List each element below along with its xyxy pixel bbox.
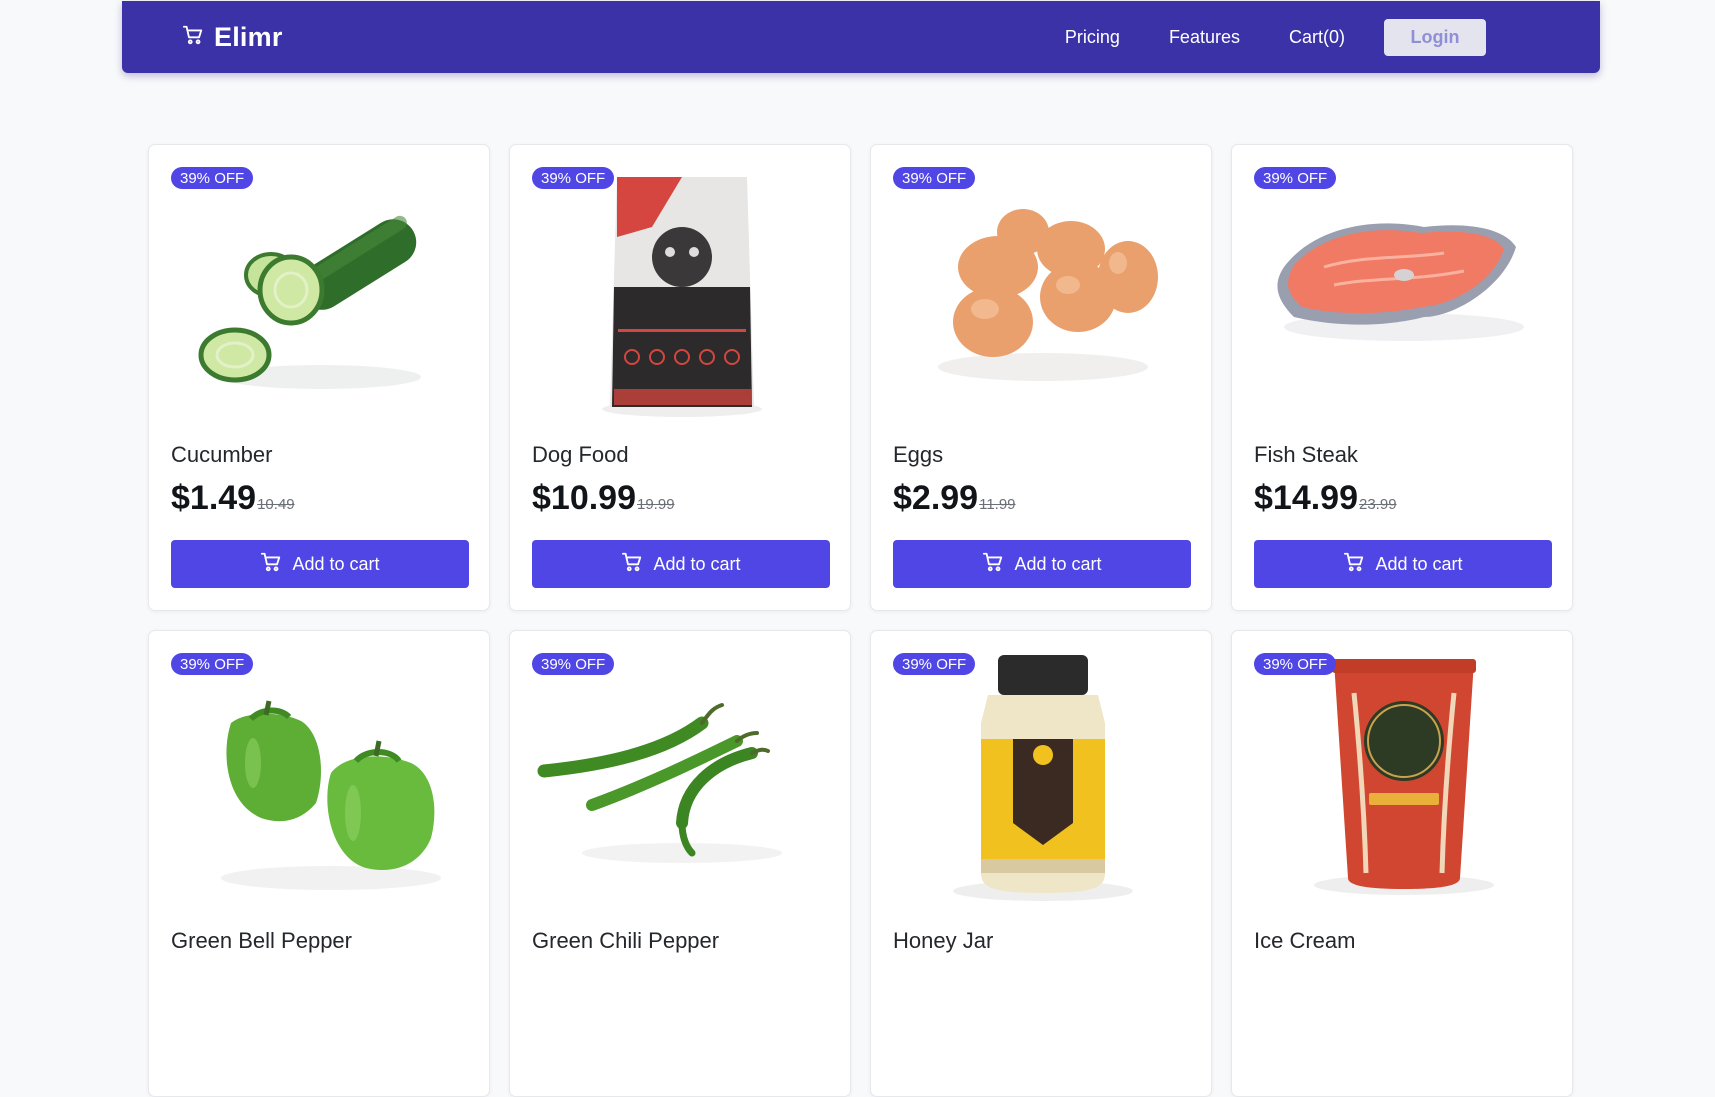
green-bell-pepper-image[interactable] <box>171 653 469 905</box>
add-to-cart-label: Add to cart <box>1014 553 1102 574</box>
discount-badge: 39% OFF <box>893 167 976 189</box>
product-name: Ice Cream <box>1254 928 1356 953</box>
product-name: Fish Steak <box>1254 442 1358 467</box>
original-price: 10.49 <box>257 496 295 513</box>
product-grid: 39% OFF Cucumber $1.49 10.49 Add to cart… <box>148 144 1573 1097</box>
top-navbar: Elimr Pricing Features Cart(0) Login <box>122 1 1600 73</box>
product-price: $14.99 <box>1254 479 1358 517</box>
product-card: 39% OFF Fish Steak $14.99 23.99 Add to c… <box>1231 144 1573 611</box>
add-to-cart-label: Add to cart <box>1375 553 1463 574</box>
eggs-image[interactable] <box>893 167 1191 419</box>
price-row: $14.99 23.99 <box>1254 479 1397 518</box>
add-to-cart-button[interactable]: Add to cart <box>532 540 830 588</box>
product-card: 39% OFF Green Bell Pepper <box>148 630 490 1097</box>
product-name: Dog Food <box>532 442 629 467</box>
nav-link-features[interactable]: Features <box>1169 27 1240 48</box>
product-price: $1.49 <box>171 479 257 517</box>
discount-badge: 39% OFF <box>1254 167 1337 189</box>
cart-icon <box>621 551 643 578</box>
login-button[interactable]: Login <box>1384 18 1486 56</box>
add-to-cart-button[interactable]: Add to cart <box>1254 540 1552 588</box>
add-to-cart-button[interactable]: Add to cart <box>171 540 469 588</box>
original-price: 23.99 <box>1359 496 1397 513</box>
price-row: $2.99 11.99 <box>893 479 1016 518</box>
add-to-cart-label: Add to cart <box>292 553 380 574</box>
original-price: 11.99 <box>979 496 1016 513</box>
discount-badge: 39% OFF <box>532 167 615 189</box>
product-card: 39% OFF Dog Food $10.99 19.99 Add to car… <box>509 144 851 611</box>
product-name: Honey Jar <box>893 928 994 953</box>
price-row: $10.99 19.99 <box>532 479 675 518</box>
product-price: $2.99 <box>893 479 979 517</box>
cart-icon <box>260 551 282 578</box>
cucumber-image[interactable] <box>171 167 469 419</box>
product-card: 39% OFF Ice Cream <box>1231 630 1573 1097</box>
discount-badge: 39% OFF <box>171 167 254 189</box>
product-card: 39% OFF Cucumber $1.49 10.49 Add to cart <box>148 144 490 611</box>
product-name: Green Bell Pepper <box>171 928 352 953</box>
discount-badge: 39% OFF <box>171 653 254 675</box>
fish-steak-image[interactable] <box>1254 167 1552 419</box>
product-name: Green Chili Pepper <box>532 928 720 953</box>
nav-links: Pricing Features Cart(0) Login <box>1065 1 1486 73</box>
product-name: Eggs <box>893 442 944 467</box>
nav-link-pricing[interactable]: Pricing <box>1065 27 1120 48</box>
add-to-cart-label: Add to cart <box>653 553 741 574</box>
product-card: 39% OFF Honey Jar <box>870 630 1212 1097</box>
cart-icon <box>1343 551 1365 578</box>
product-card: 39% OFF Green Chili Pepper <box>509 630 851 1097</box>
original-price: 19.99 <box>637 496 675 513</box>
brand-name: Elimr <box>214 21 283 52</box>
green-chili-pepper-image[interactable] <box>532 653 830 905</box>
product-card: 39% OFF Eggs $2.99 11.99 Add to cart <box>870 144 1212 611</box>
discount-badge: 39% OFF <box>893 653 976 675</box>
product-price: $10.99 <box>532 479 636 517</box>
discount-badge: 39% OFF <box>1254 653 1337 675</box>
cart-icon <box>982 551 1004 578</box>
price-row: $1.49 10.49 <box>171 479 295 518</box>
honey-jar-image[interactable] <box>893 653 1191 905</box>
cart-icon <box>182 24 204 51</box>
add-to-cart-button[interactable]: Add to cart <box>893 540 1191 588</box>
dog-food-bag-image[interactable] <box>532 167 830 419</box>
brand[interactable]: Elimr <box>182 1 283 73</box>
product-name: Cucumber <box>171 442 273 467</box>
ice-cream-tub-image[interactable] <box>1254 653 1552 905</box>
discount-badge: 39% OFF <box>532 653 615 675</box>
nav-link-cart[interactable]: Cart(0) <box>1289 27 1345 48</box>
